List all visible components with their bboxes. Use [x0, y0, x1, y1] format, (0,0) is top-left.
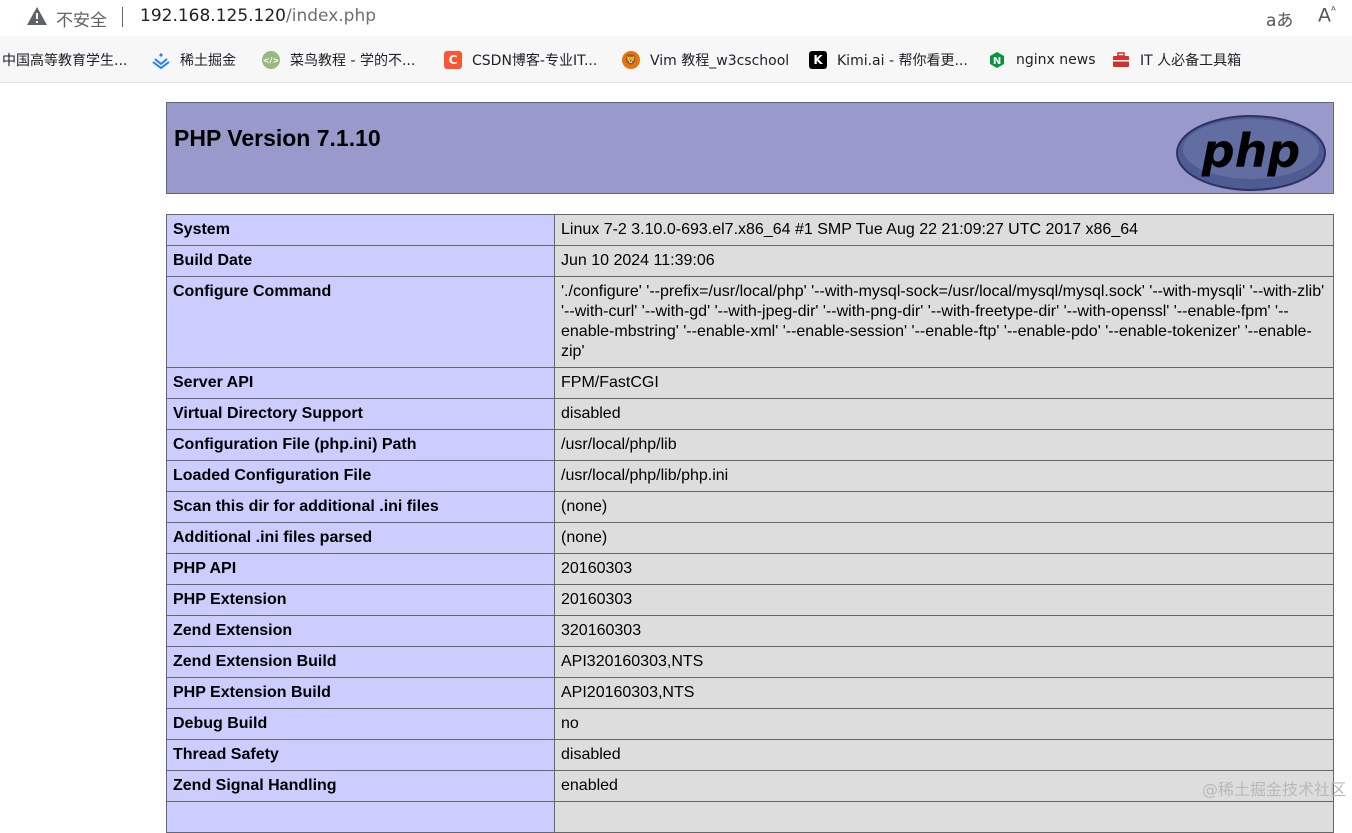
row-value: API320160303,NTS — [554, 646, 1334, 678]
row-value: 20160303 — [554, 553, 1334, 585]
table-row: Build Date Jun 10 2024 11:39:06 — [166, 245, 1334, 277]
address-divider — [122, 7, 123, 27]
bookmark-label: CSDN博客-专业IT... — [472, 53, 598, 69]
svg-text:N: N — [993, 56, 1001, 67]
bookmark-label: Kimi.ai - 帮你看更... — [837, 53, 968, 69]
address-bar[interactable]: 不安全 192.168.125.120/index.php aあ Aᴬ — [0, 0, 1352, 36]
table-row: Debug Build no — [166, 708, 1334, 740]
row-value: no — [554, 708, 1334, 740]
php-logo[interactable]: php — [1175, 111, 1327, 191]
row-key: Configuration File (php.ini) Path — [166, 429, 555, 461]
url-text[interactable]: 192.168.125.120/index.php — [140, 6, 376, 26]
url-host: 192.168.125.120 — [140, 6, 287, 26]
row-key: Zend Extension Build — [166, 646, 555, 678]
bookmark-label: IT 人必备工具箱 — [1140, 53, 1242, 69]
table-row: Zend Extension Build API320160303,NTS — [166, 646, 1334, 678]
php-logo-text: php — [1201, 124, 1301, 178]
row-key: Zend Extension — [166, 615, 555, 647]
row-value: 20160303 — [554, 584, 1334, 616]
bookmark-toolbox[interactable]: IT 人必备工具箱 — [1112, 50, 1241, 70]
table-row: Zend Extension 320160303 — [166, 615, 1334, 647]
table-row: Configuration File (php.ini) Path/usr/lo… — [166, 429, 1334, 461]
table-row: Thread Safety disabled — [166, 739, 1334, 771]
php-info-table: System Linux 7-2 3.10.0-693.el7.x86_64 #1… — [166, 214, 1334, 833]
row-key: Thread Safety — [166, 739, 555, 771]
warning-icon[interactable] — [26, 6, 48, 26]
row-key: Configure Command — [166, 276, 555, 368]
bookmark-label: Vim 教程_w3cschool — [650, 53, 790, 69]
row-key: Additional .ini files parsed — [166, 522, 555, 554]
row-key: Loaded Configuration File — [166, 460, 555, 492]
row-value: (none) — [554, 491, 1334, 523]
row-key: PHP Extension — [166, 584, 555, 616]
row-value: disabled — [554, 398, 1334, 430]
row-value: Linux 7-2 3.10.0-693.el7.x86_64 #1 SMP T… — [554, 214, 1334, 246]
watermark: @稀土掘金技术社区 — [1201, 780, 1346, 799]
row-value: disabled — [554, 739, 1334, 771]
row-value: './configure' '--prefix=/usr/local/php' … — [554, 276, 1334, 368]
toolbox-icon — [1113, 52, 1129, 67]
row-value: API20160303,NTS — [554, 677, 1334, 709]
bookmarks-bar: 中国高等教育学生... 稀土掘金 </> 菜鸟教程 - 学的不... C CSD… — [0, 36, 1352, 83]
bookmark-nginx[interactable]: N nginx news — [988, 50, 1096, 70]
row-key: PHP API — [166, 553, 555, 585]
table-row: PHP Extension 20160303 — [166, 584, 1334, 616]
row-key: PHP Extension Build — [166, 677, 555, 709]
bookmark-label: nginx news — [1016, 52, 1096, 68]
table-row: Server API FPM/FastCGI — [166, 367, 1334, 399]
row-value: Jun 10 2024 11:39:06 — [554, 245, 1334, 277]
w3cschool-icon: 🦁 — [622, 51, 640, 69]
row-key: System — [166, 214, 555, 246]
row-value: /usr/local/php/lib/php.ini — [554, 460, 1334, 492]
bookmark-csdn[interactable]: C CSDN博客-专业IT... — [444, 50, 597, 70]
row-value: FPM/FastCGI — [554, 367, 1334, 399]
row-value: 320160303 — [554, 615, 1334, 647]
text-size-icon[interactable]: Aᴬ — [1318, 4, 1336, 26]
security-label[interactable]: 不安全 — [56, 6, 107, 31]
table-row: Configure Command './configure' '--prefix… — [166, 276, 1334, 368]
bookmark-runoob[interactable]: </> 菜鸟教程 - 学的不... — [262, 50, 415, 70]
row-key: Scan this dir for additional .ini files — [166, 491, 555, 523]
table-row: PHP API 20160303 — [166, 553, 1334, 585]
row-key: Virtual Directory Support — [166, 398, 555, 430]
table-row: Zend Signal Handling enabled — [166, 770, 1334, 802]
php-version-header: PHP Version 7.1.10 php — [166, 102, 1334, 194]
row-key — [166, 801, 555, 833]
bookmark-juejin[interactable]: 稀土掘金 — [152, 50, 236, 70]
row-key: Zend Signal Handling — [166, 770, 555, 802]
table-row: System Linux 7-2 3.10.0-693.el7.x86_64 #1… — [166, 214, 1334, 246]
table-row: Additional .ini files parsed (none) — [166, 522, 1334, 554]
runoob-icon: </> — [262, 51, 280, 69]
table-row: Virtual Directory Support disabled — [166, 398, 1334, 430]
csdn-icon: C — [444, 51, 462, 69]
table-row: Scan this dir for additional .ini files(… — [166, 491, 1334, 523]
bookmark-chsi[interactable]: 中国高等教育学生... — [2, 50, 127, 70]
bookmark-label: 中国高等教育学生... — [2, 53, 128, 69]
bookmark-label: 菜鸟教程 - 学的不... — [290, 53, 416, 69]
row-value: (none) — [554, 522, 1334, 554]
bookmark-kimi[interactable]: K Kimi.ai - 帮你看更... — [809, 50, 968, 70]
nginx-icon: N — [990, 52, 1004, 68]
table-row — [166, 801, 1334, 833]
row-key: Debug Build — [166, 708, 555, 740]
bookmark-label: 稀土掘金 — [180, 53, 236, 69]
juejin-icon — [152, 53, 170, 69]
row-value: /usr/local/php/lib — [554, 429, 1334, 461]
kimi-icon: K — [809, 51, 827, 69]
bookmark-w3cschool[interactable]: 🦁 Vim 教程_w3cschool — [622, 50, 789, 70]
row-key: Build Date — [166, 245, 555, 277]
table-row: PHP Extension Build API20160303,NTS — [166, 677, 1334, 709]
url-path: /index.php — [286, 6, 377, 26]
table-row: Loaded Configuration File/usr/local/php/… — [166, 460, 1334, 492]
read-aloud-icon[interactable]: aあ — [1266, 6, 1293, 31]
page-title: PHP Version 7.1.10 — [174, 125, 381, 151]
row-key: Server API — [166, 367, 555, 399]
row-value — [554, 801, 1334, 833]
